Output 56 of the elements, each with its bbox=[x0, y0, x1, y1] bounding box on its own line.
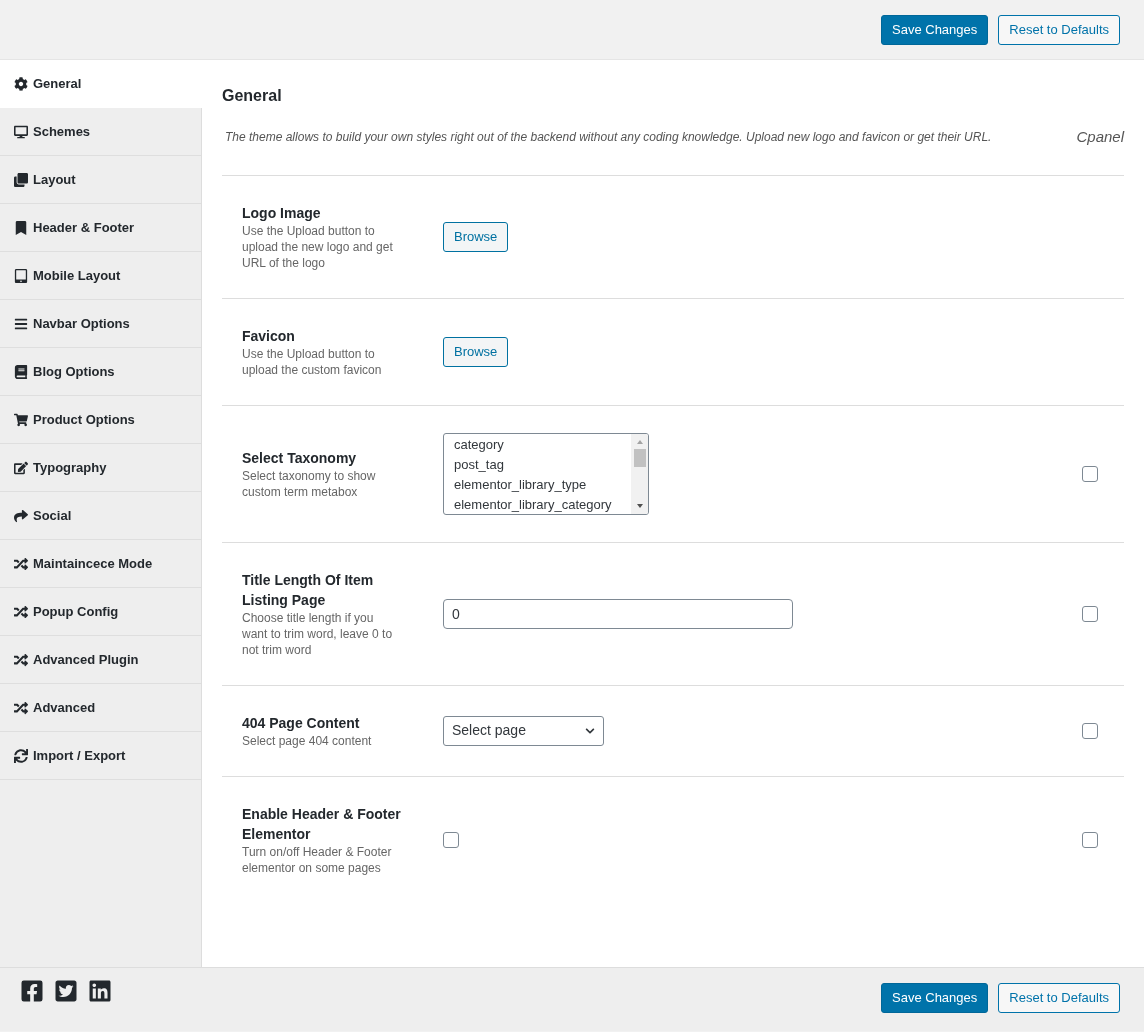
cart-icon bbox=[14, 412, 28, 427]
option-checkbox[interactable] bbox=[1082, 605, 1098, 622]
save-button[interactable]: Save Changes bbox=[881, 983, 989, 1013]
reset-button[interactable]: Reset to Defaults bbox=[998, 14, 1120, 45]
listbox-option[interactable]: elementor_library_type bbox=[454, 474, 631, 495]
option-title: Select Taxonomy bbox=[242, 448, 358, 468]
book-icon bbox=[14, 364, 28, 379]
tablet-icon bbox=[14, 268, 28, 283]
menu-icon bbox=[14, 316, 28, 331]
save-button[interactable]: Save Changes bbox=[881, 14, 989, 45]
facebook-icon[interactable] bbox=[20, 979, 44, 1003]
shuffle-icon bbox=[14, 700, 28, 715]
monitor-icon bbox=[14, 124, 28, 139]
option-title: Logo Image bbox=[242, 203, 322, 223]
share-arrow-icon bbox=[14, 508, 28, 523]
taxonomy-listbox[interactable]: category post_tag elementor_library_type elementor_library_category bbox=[443, 432, 649, 515]
panel-tag: Cpanel bbox=[1076, 126, 1124, 149]
refresh-icon bbox=[14, 748, 28, 763]
browse-button[interactable]: Browse bbox=[443, 221, 509, 252]
listbox-option[interactable]: category bbox=[454, 434, 631, 455]
reset-button[interactable]: Reset to Defaults bbox=[998, 983, 1120, 1013]
enable-checkbox[interactable] bbox=[443, 831, 459, 848]
section-title: General bbox=[222, 86, 283, 106]
option-description: Turn on/off Header & Footer elementor on some pages bbox=[242, 843, 393, 876]
scrollbar[interactable] bbox=[631, 433, 648, 514]
shuffle-icon bbox=[14, 604, 28, 619]
stacked-squares-icon bbox=[14, 172, 28, 187]
gear-icon bbox=[14, 76, 28, 91]
option-description: Use the Upload button to upload the new logo and get URL of the logo bbox=[242, 222, 394, 271]
option-checkbox[interactable] bbox=[1082, 722, 1098, 739]
option-title: 404 Page Content bbox=[242, 713, 361, 733]
option-title: Enable Header & Footer Elementor bbox=[242, 804, 402, 844]
shuffle-icon bbox=[14, 652, 28, 667]
option-description: Use the Upload button to upload the custom favicon bbox=[242, 345, 383, 378]
option-checkbox[interactable] bbox=[1082, 831, 1098, 848]
linkedin-icon[interactable] bbox=[88, 979, 112, 1003]
option-description: Select taxonomy to show custom term metabox bbox=[242, 467, 377, 500]
listbox-option[interactable]: post_tag bbox=[454, 454, 631, 475]
sidebar-item[interactable]: General bbox=[0, 60, 202, 108]
option-checkbox[interactable] bbox=[1082, 465, 1098, 482]
option-description: Select page 404 content bbox=[242, 732, 373, 749]
browse-button[interactable]: Browse bbox=[443, 336, 509, 367]
scrollbar-thumb[interactable] bbox=[633, 448, 646, 467]
scroll-down-arrow-icon[interactable] bbox=[635, 501, 644, 510]
option-description: Choose title length if you want to trim word, leave 0 to not trim word bbox=[242, 609, 394, 658]
title-length-input[interactable]: 0 bbox=[443, 598, 793, 629]
section-description: The theme allows to build your own styles right out of the backend without any coding knowledge. Upload new logo and favicon or get their URL. bbox=[224, 129, 992, 146]
bookmark-icon bbox=[14, 220, 28, 235]
page-select[interactable]: Select page bbox=[443, 715, 604, 746]
option-title: Favicon bbox=[242, 326, 296, 346]
listbox-option[interactable]: elementor_library_category bbox=[454, 494, 631, 514]
twitter-icon[interactable] bbox=[54, 979, 78, 1003]
option-title: Title Length Of Item Listing Page bbox=[242, 570, 375, 610]
edit-icon bbox=[14, 460, 28, 475]
shuffle-icon bbox=[14, 556, 28, 571]
chevron-down-icon bbox=[585, 725, 595, 736]
